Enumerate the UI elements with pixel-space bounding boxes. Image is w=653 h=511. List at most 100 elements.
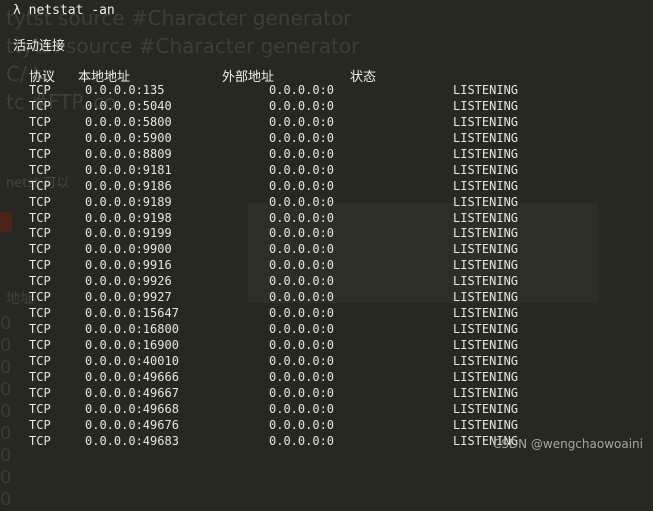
row-proto: TCP (29, 369, 51, 384)
row-foreign-address: 0.0.0.0:0 (269, 146, 335, 161)
row-local-address: 0.0.0.0:49676 (85, 417, 179, 432)
row-proto: TCP (29, 338, 51, 352)
watermark: CSDN @wengchaowoaini (492, 437, 643, 451)
row-local-address: 0.0.0.0:15647 (85, 306, 179, 321)
row-state: LISTENING (453, 130, 519, 145)
row-state: LISTENING (453, 306, 519, 321)
row-foreign-address: 0.0.0.0:0 (269, 98, 335, 113)
row-foreign-address: 0.0.0.0:0 (269, 83, 335, 97)
row-proto: TCP (29, 322, 51, 337)
row-foreign-address: 0.0.0.0:0 (269, 242, 335, 257)
connection-row: TCP 0.0.0.0:5040 0.0.0.0:0 LISTENING (0, 99, 653, 115)
row-proto: TCP (29, 417, 51, 432)
connection-row: TCP 0.0.0.0:5900 0.0.0.0:0 LISTENING (0, 131, 653, 147)
connection-row: TCP 0.0.0.0:9189 0.0.0.0:0 LISTENING (0, 195, 653, 211)
row-state: LISTENING (453, 417, 519, 432)
row-proto: TCP (29, 274, 51, 289)
row-state: LISTENING (453, 338, 519, 352)
row-foreign-address: 0.0.0.0:0 (269, 226, 335, 241)
row-proto: TCP (29, 178, 51, 193)
row-local-address: 0.0.0.0:49683 (85, 433, 179, 448)
row-proto: TCP (29, 83, 51, 97)
row-foreign-address: 0.0.0.0:0 (269, 258, 335, 273)
connection-row: TCP 0.0.0.0:9916 0.0.0.0:0 LISTENING (0, 258, 653, 274)
row-foreign-address: 0.0.0.0:0 (269, 401, 335, 416)
row-foreign-address: 0.0.0.0:0 (269, 130, 335, 145)
row-local-address: 0.0.0.0:9199 (85, 226, 172, 241)
connection-row: TCP 0.0.0.0:9900 0.0.0.0:0 LISTENING (0, 242, 653, 258)
row-state: LISTENING (453, 162, 519, 177)
row-foreign-address: 0.0.0.0:0 (269, 385, 335, 400)
row-local-address: 0.0.0.0:5900 (85, 130, 172, 145)
row-foreign-address: 0.0.0.0:0 (269, 322, 335, 337)
connection-row: TCP 0.0.0.0:9198 0.0.0.0:0 LISTENING (0, 211, 653, 227)
row-foreign-address: 0.0.0.0:0 (269, 290, 335, 305)
connection-row: TCP 0.0.0.0:49666 0.0.0.0:0 LISTENING (0, 370, 653, 386)
row-foreign-address: 0.0.0.0:0 (269, 114, 335, 129)
row-proto: TCP (29, 290, 51, 305)
row-local-address: 0.0.0.0:135 (85, 83, 165, 97)
row-state: LISTENING (453, 322, 519, 337)
row-state: LISTENING (453, 98, 519, 113)
command-prompt: λ netstat -an (13, 3, 115, 18)
row-proto: TCP (29, 433, 51, 448)
row-state: LISTENING (453, 114, 519, 129)
connection-list: TCP 0.0.0.0:135 0.0.0.0:0 LISTENING TCP 0.0.0… (0, 83, 653, 450)
row-state: LISTENING (453, 210, 519, 225)
row-local-address: 0.0.0.0:9926 (85, 274, 172, 289)
connection-row: TCP 0.0.0.0:8809 0.0.0.0:0 LISTENING (0, 147, 653, 163)
row-proto: TCP (29, 401, 51, 416)
connection-row: TCP 0.0.0.0:16900 0.0.0.0:0 LISTENING (0, 338, 653, 354)
row-foreign-address: 0.0.0.0:0 (269, 338, 335, 352)
row-foreign-address: 0.0.0.0:0 (269, 369, 335, 384)
row-proto: TCP (29, 385, 51, 400)
connection-row: TCP 0.0.0.0:15647 0.0.0.0:0 LISTENING (0, 306, 653, 322)
row-local-address: 0.0.0.0:9181 (85, 162, 172, 177)
connection-row: TCP 0.0.0.0:9926 0.0.0.0:0 LISTENING (0, 274, 653, 290)
row-foreign-address: 0.0.0.0:0 (269, 162, 335, 177)
row-foreign-address: 0.0.0.0:0 (269, 433, 335, 448)
row-foreign-address: 0.0.0.0:0 (269, 417, 335, 432)
connection-row: TCP 0.0.0.0:49667 0.0.0.0:0 LISTENING (0, 386, 653, 402)
connection-row: TCP 0.0.0.0:49676 0.0.0.0:0 LISTENING (0, 418, 653, 434)
row-local-address: 0.0.0.0:49667 (85, 385, 179, 400)
row-proto: TCP (29, 226, 51, 241)
row-foreign-address: 0.0.0.0:0 (269, 210, 335, 225)
row-state: LISTENING (453, 369, 519, 384)
row-foreign-address: 0.0.0.0:0 (269, 178, 335, 193)
row-local-address: 0.0.0.0:9198 (85, 210, 172, 225)
row-proto: TCP (29, 98, 51, 113)
row-local-address: 0.0.0.0:9189 (85, 194, 172, 209)
row-state: LISTENING (453, 258, 519, 273)
row-foreign-address: 0.0.0.0:0 (269, 194, 335, 209)
row-local-address: 0.0.0.0:16900 (85, 338, 179, 352)
row-foreign-address: 0.0.0.0:0 (269, 306, 335, 321)
connection-row: TCP 0.0.0.0:40010 0.0.0.0:0 LISTENING (0, 354, 653, 370)
row-proto: TCP (29, 130, 51, 145)
row-foreign-address: 0.0.0.0:0 (269, 353, 335, 368)
row-foreign-address: 0.0.0.0:0 (269, 274, 335, 289)
row-state: LISTENING (453, 83, 519, 97)
row-state: LISTENING (453, 242, 519, 257)
row-state: LISTENING (453, 401, 519, 416)
row-proto: TCP (29, 114, 51, 129)
row-proto: TCP (29, 146, 51, 161)
row-local-address: 0.0.0.0:49668 (85, 401, 179, 416)
connection-row: TCP 0.0.0.0:9181 0.0.0.0:0 LISTENING (0, 163, 653, 179)
row-local-address: 0.0.0.0:9927 (85, 290, 172, 305)
row-proto: TCP (29, 210, 51, 225)
row-proto: TCP (29, 258, 51, 273)
row-proto: TCP (29, 306, 51, 321)
row-local-address: 0.0.0.0:8809 (85, 146, 172, 161)
connection-row: TCP 0.0.0.0:16800 0.0.0.0:0 LISTENING (0, 322, 653, 338)
row-local-address: 0.0.0.0:9186 (85, 178, 172, 193)
row-proto: TCP (29, 162, 51, 177)
row-state: LISTENING (453, 146, 519, 161)
section-heading: 活动连接 (13, 39, 66, 54)
connection-row: TCP 0.0.0.0:9927 0.0.0.0:0 LISTENING (0, 290, 653, 306)
row-state: LISTENING (453, 353, 519, 368)
terminal-output[interactable]: λ netstat -an 活动连接 协议 本地地址 外部地址 状态 TCP 0.… (0, 0, 653, 457)
row-local-address: 0.0.0.0:5800 (85, 114, 172, 129)
row-local-address: 0.0.0.0:16800 (85, 322, 179, 337)
row-state: LISTENING (453, 226, 519, 241)
